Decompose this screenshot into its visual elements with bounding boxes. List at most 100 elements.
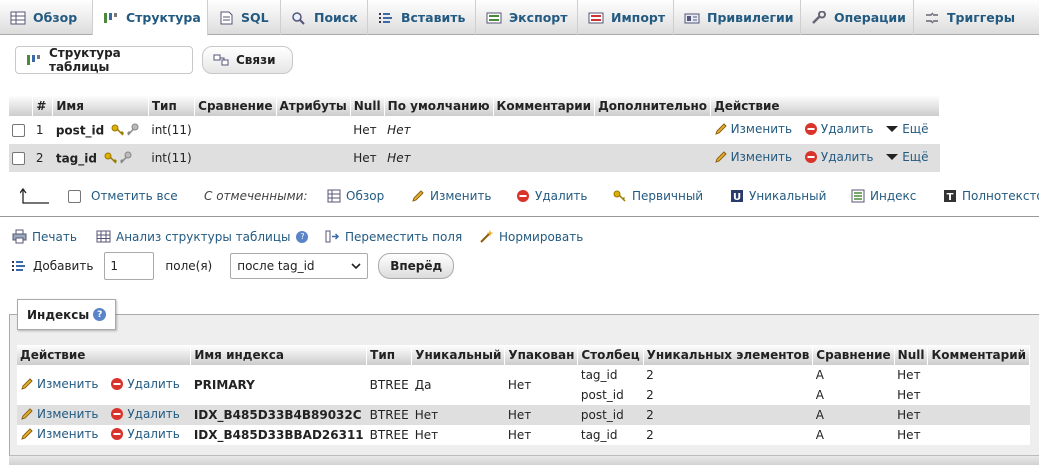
- move-columns-label: Переместить поля: [345, 229, 463, 244]
- drop-index-link[interactable]: Удалить: [110, 427, 180, 441]
- subtab-table-structure[interactable]: Структура таблицы: [15, 46, 193, 74]
- more-dropdown[interactable]: Ещё: [885, 149, 929, 164]
- sql-icon: [218, 11, 234, 25]
- column-header[interactable]: Тип: [148, 95, 196, 116]
- change-index-link[interactable]: Изменить: [20, 427, 99, 441]
- analyze-structure-link[interactable]: Анализ структуры таблицы?: [96, 229, 309, 244]
- subtab-relations[interactable]: Связи: [202, 46, 293, 74]
- column-count-input[interactable]: 1: [104, 252, 155, 280]
- field-null: Нет: [350, 116, 385, 144]
- column-header: Сравнение: [812, 345, 895, 365]
- change-label: Изменить: [37, 376, 99, 391]
- drop-label: Удалить: [127, 426, 180, 441]
- index-null: Нет: [894, 425, 928, 445]
- drop-index-link[interactable]: Удалить: [110, 377, 180, 391]
- bulk-primary-button[interactable]: Первичный: [613, 189, 703, 203]
- index-type: BTREE: [366, 365, 412, 405]
- indexes-legend[interactable]: Индексы?: [17, 299, 117, 330]
- index-collation: A: [812, 385, 895, 405]
- index-comment: [927, 385, 1030, 405]
- pencil-icon: [411, 189, 425, 203]
- column-header: Упакован: [504, 345, 579, 365]
- row-checkbox[interactable]: [12, 152, 25, 165]
- index-collation: A: [812, 405, 895, 425]
- column-header: Действие: [710, 95, 940, 116]
- column-header: Уникальный: [411, 345, 506, 365]
- field-null: Нет: [350, 144, 385, 172]
- drop-icon: [110, 407, 124, 421]
- tab-sql[interactable]: SQL: [208, 0, 281, 35]
- tab-label: Экспорт: [509, 10, 568, 25]
- more-dropdown[interactable]: Ещё: [885, 122, 929, 136]
- bulk-drop-button[interactable]: Удалить: [516, 189, 588, 203]
- column-header[interactable]: Имя: [52, 95, 149, 116]
- bottom-scroll-bar[interactable]: [9, 455, 1039, 465]
- drop-label: Удалить: [820, 121, 874, 136]
- tab-triggers[interactable]: Триггеры: [914, 0, 1039, 35]
- index-column: tag_id: [577, 425, 644, 445]
- drop-index-link[interactable]: Удалить: [110, 407, 180, 421]
- index-name: PRIMARY: [190, 365, 367, 405]
- bulk-fulltext-button[interactable]: T Полнотексто: [943, 189, 1039, 203]
- row-checkbox[interactable]: [12, 124, 25, 137]
- bulk-index-button[interactable]: Индекс: [851, 189, 916, 203]
- bulk-drop-label: Удалить: [535, 189, 588, 203]
- move-columns-link[interactable]: Переместить поля: [325, 229, 462, 244]
- column-header[interactable]: Null: [350, 95, 385, 116]
- more-label: Ещё: [902, 149, 929, 164]
- tab-search[interactable]: Поиск: [281, 0, 368, 35]
- tab-insert[interactable]: Вставить: [368, 0, 476, 35]
- normalize-label: Нормировать: [499, 229, 584, 244]
- position-select[interactable]: после tag_id: [230, 253, 369, 279]
- bulk-browse-button[interactable]: Обзор: [327, 189, 384, 203]
- field-comments: [493, 144, 595, 172]
- tab-label: Поиск: [314, 10, 358, 25]
- go-button[interactable]: Вперёд: [378, 253, 455, 279]
- column-header[interactable]: Сравнение: [194, 95, 277, 116]
- column-header: Тип: [366, 345, 413, 365]
- move-columns-icon: [325, 229, 340, 244]
- index-comment: [927, 425, 1030, 445]
- svg-text:U: U: [733, 192, 741, 203]
- column-header[interactable]: Дополнительно: [594, 95, 712, 116]
- change-index-link[interactable]: Изменить: [20, 407, 99, 421]
- change-link[interactable]: Изменить: [714, 150, 792, 164]
- field-name[interactable]: tag_id: [56, 151, 97, 165]
- change-label: Изменить: [37, 426, 99, 441]
- check-all-checkbox[interactable]: [68, 189, 81, 203]
- drop-link[interactable]: Удалить: [804, 150, 873, 164]
- tab-browse[interactable]: Обзор: [0, 0, 93, 35]
- index-cardinality: 2: [643, 385, 813, 405]
- drop-link[interactable]: Удалить: [804, 121, 874, 136]
- tab-import[interactable]: Импорт: [578, 0, 674, 35]
- drop-icon: [804, 150, 818, 164]
- bulk-unique-button[interactable]: U Уникальный: [730, 189, 826, 203]
- column-header[interactable]: Атрибуты: [276, 95, 351, 116]
- print-link[interactable]: Печать: [12, 229, 77, 244]
- tab-operations[interactable]: Операции: [801, 0, 914, 35]
- change-link[interactable]: Изменить: [714, 122, 792, 136]
- column-header[interactable]: По умолчанию: [384, 95, 494, 116]
- structure-icon: [26, 53, 42, 67]
- help-icon[interactable]: ?: [296, 230, 309, 243]
- row-actions: Изменить Удалить Ещё: [710, 116, 940, 144]
- normalize-link[interactable]: Нормировать: [479, 229, 583, 244]
- structure-table-header: # Имя Тип Сравнение Атрибуты Null По умо…: [9, 95, 940, 116]
- field-name[interactable]: post_id: [56, 123, 104, 137]
- tab-export[interactable]: Экспорт: [476, 0, 578, 35]
- add-label: Добавить: [33, 259, 94, 273]
- pencil-icon: [714, 122, 728, 136]
- help-icon[interactable]: ?: [93, 308, 107, 321]
- structure-icon: [103, 11, 119, 25]
- column-header: Комментарий: [927, 345, 1031, 365]
- check-all[interactable]: Отметить все: [68, 189, 178, 203]
- change-index-link[interactable]: Изменить: [20, 377, 99, 391]
- tab-structure[interactable]: Структура: [93, 0, 208, 36]
- unique-icon: U: [730, 189, 744, 203]
- subtab-label: Структура таблицы: [49, 46, 121, 74]
- column-header[interactable]: Комментарии: [493, 95, 596, 116]
- section-divider: [0, 216, 1039, 217]
- tab-privileges[interactable]: Привилегии: [674, 0, 801, 35]
- bulk-change-button[interactable]: Изменить: [411, 189, 492, 203]
- index-packed: Нет: [504, 405, 578, 425]
